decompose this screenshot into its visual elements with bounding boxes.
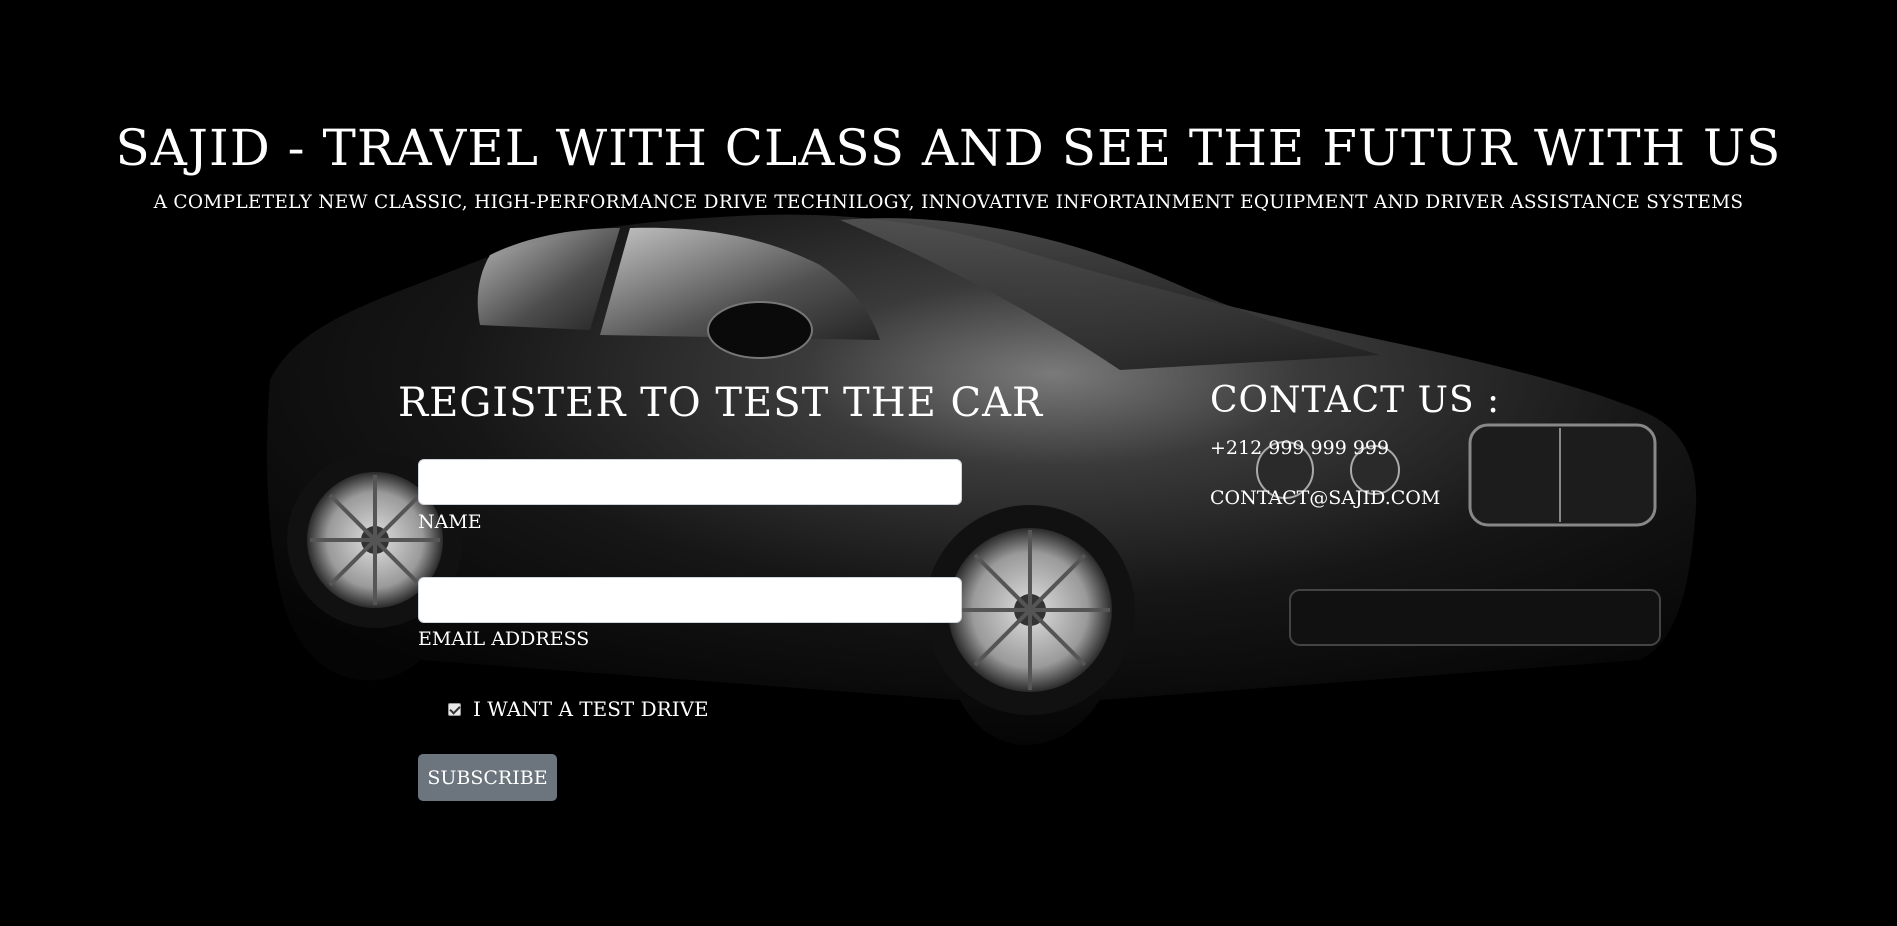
test-drive-checkbox[interactable] — [448, 702, 461, 716]
name-input[interactable] — [418, 459, 962, 505]
register-title: REGISTER TO TEST THE CAR — [398, 380, 1044, 426]
contact-email-link[interactable]: CONTACT@SAJID.COM — [1210, 486, 1440, 510]
test-drive-checkbox-label[interactable]: I WANT A TEST DRIVE — [473, 697, 709, 721]
email-label: EMAIL ADDRESS — [418, 628, 590, 650]
test-drive-checkbox-row[interactable]: I WANT A TEST DRIVE — [448, 697, 709, 721]
hero-title: SAJID - TRAVEL WITH CLASS AND SEE THE FU… — [115, 119, 1782, 177]
contact-phone: +212 999 999 999 — [1210, 437, 1390, 459]
email-input[interactable] — [418, 577, 962, 623]
contact-email-text[interactable]: CONTACT@SAJID.COM — [1210, 487, 1440, 509]
contact-title: CONTACT US : — [1210, 380, 1501, 421]
subscribe-button[interactable]: SUBSCRIBE — [418, 754, 557, 801]
name-label: NAME — [418, 511, 482, 533]
hero-subtitle: A COMPLETELY NEW CLASSIC, HIGH-PERFORMAN… — [153, 192, 1744, 213]
